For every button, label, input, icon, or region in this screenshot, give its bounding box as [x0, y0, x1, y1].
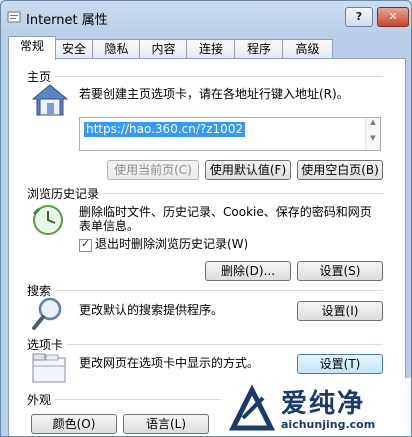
tab-privacy[interactable]: 隐私: [92, 39, 141, 59]
languages-button[interactable]: 语言(L): [123, 414, 209, 434]
home-divider: [53, 76, 383, 77]
url-scrollbar[interactable]: ▲ ▼: [365, 118, 380, 150]
close-button[interactable]: ✕: [377, 7, 409, 27]
help-button[interactable]: ?: [345, 7, 373, 27]
tabs-window-icon: [32, 353, 66, 383]
delete-history-on-exit-label: 退出时删除浏览历史记录(W): [95, 237, 249, 251]
title-bar: Internet 属性 ? ✕: [1, 1, 411, 33]
tabs-settings-button[interactable]: 设置(T): [297, 354, 383, 374]
tabs-section-label: 选项卡: [27, 336, 68, 353]
search-description: 更改默认的搜索提供程序。: [79, 303, 224, 317]
tab-security[interactable]: 安全: [54, 39, 94, 59]
tabs-divider: [67, 344, 383, 345]
use-blank-button[interactable]: 使用空白页(B): [297, 160, 383, 180]
appearance-section-label: 外观: [27, 391, 56, 408]
use-default-button[interactable]: 使用默认值(F): [205, 160, 291, 180]
home-description: 若要创建主页选项卡，请在各地址行键入地址(R)。: [79, 87, 349, 101]
tabs-description: 更改网页在选项卡中显示的方式。: [79, 356, 260, 370]
window-title: Internet 属性: [26, 13, 108, 28]
tab-connections[interactable]: 连接: [186, 39, 236, 59]
home-page-url-input[interactable]: https://hao.360.cn/?z1002 ▲ ▼: [79, 117, 381, 151]
watermark: 爱纯净 aichunjing.com: [221, 378, 411, 436]
house-icon: [31, 84, 69, 116]
tab-content[interactable]: 内容: [139, 39, 188, 59]
home-page-url-text: https://hao.360.cn/?z1002: [84, 122, 246, 137]
checkmark-icon: ✓: [81, 237, 91, 250]
history-section-label: 浏览历史记录: [27, 185, 104, 202]
use-current-button[interactable]: 使用当前页(C): [107, 160, 199, 180]
internet-options-icon: [7, 11, 21, 23]
watermark-url: aichunjing.com: [281, 418, 376, 431]
watermark-brand: 爱纯净: [281, 389, 366, 419]
history-description-line2: 表单信息。: [79, 219, 140, 233]
tab-general[interactable]: 常规: [8, 36, 56, 60]
search-settings-button[interactable]: 设置(I): [297, 301, 383, 321]
delete-history-button[interactable]: 删除(D)...: [205, 261, 291, 281]
magnifier-icon: [32, 297, 62, 330]
tab-programs[interactable]: 程序: [234, 39, 284, 59]
delete-history-on-exit-checkbox[interactable]: ✓: [79, 237, 92, 252]
history-clock-icon: [32, 205, 63, 235]
history-divider: [99, 193, 383, 194]
watermark-logo-icon: [229, 384, 275, 431]
history-description-line1: 删除临时文件、历史记录、Cookie、保存的密码和网页: [79, 205, 372, 219]
search-divider: [55, 290, 383, 291]
history-settings-button[interactable]: 设置(S): [297, 261, 383, 281]
internet-properties-window: Internet 属性 ? ✕ 常规 安全 隐私 内容 连接 程序 高级 主页 …: [0, 0, 412, 437]
colors-button[interactable]: 颜色(O): [31, 414, 117, 434]
tab-advanced[interactable]: 高级: [282, 39, 333, 59]
